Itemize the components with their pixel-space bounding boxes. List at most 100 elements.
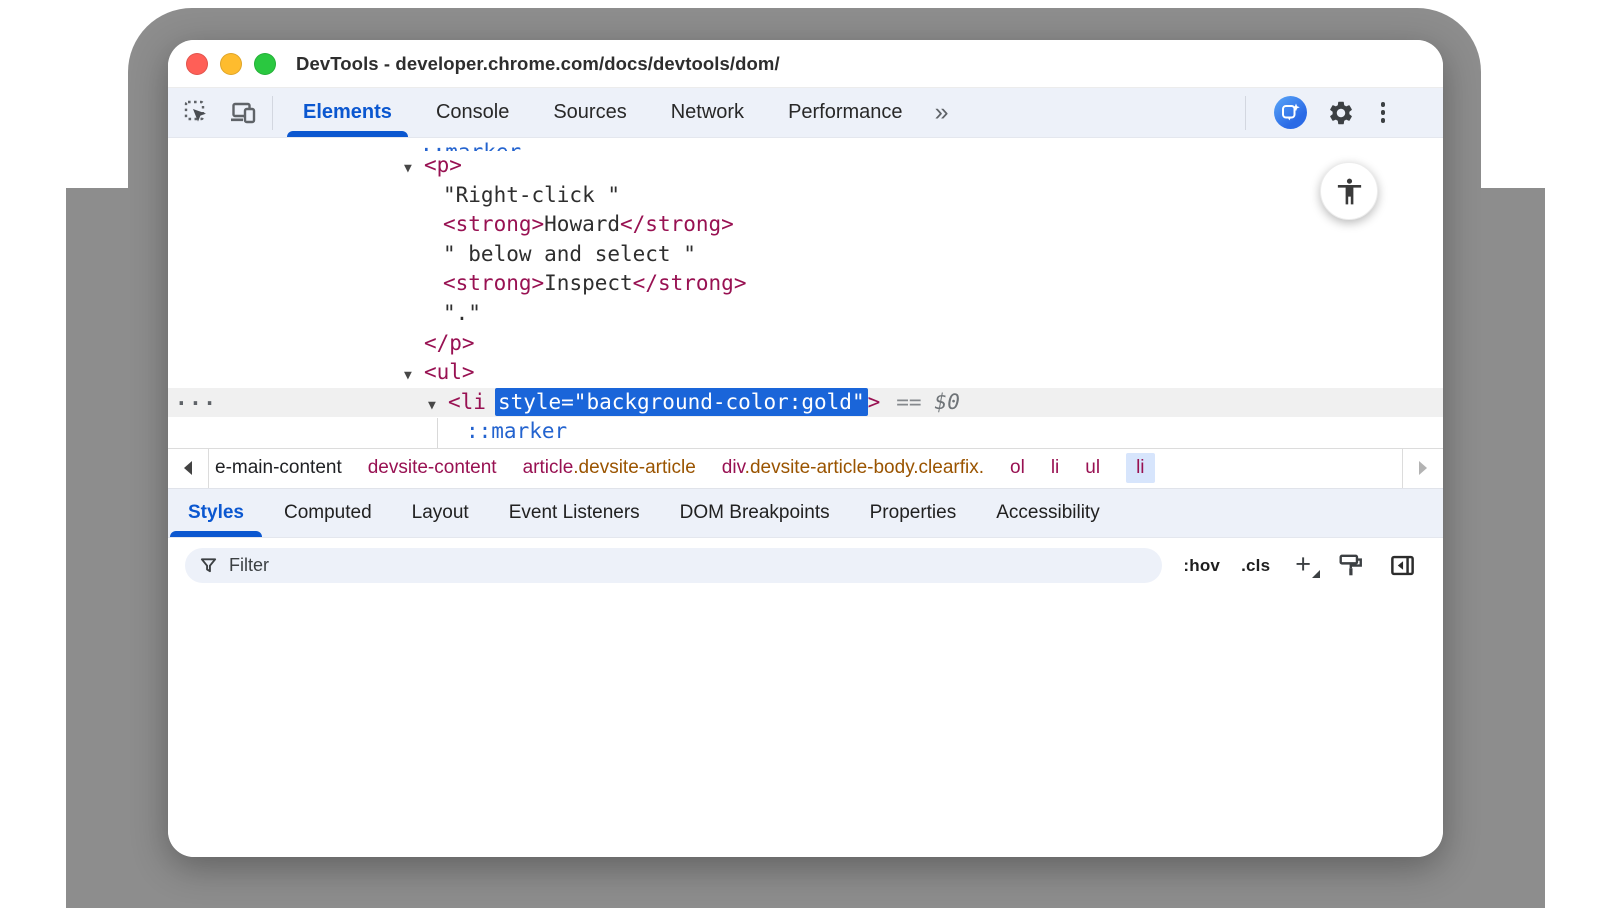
tab-network[interactable]: Network [649, 88, 766, 137]
dom-tree-row[interactable]: <strong>Howard</strong> [168, 210, 1443, 240]
dom-eq-token: == [896, 390, 921, 414]
breadcrumb-scroll-left-button[interactable] [168, 449, 209, 488]
dom-tag-token: <ul> [424, 360, 475, 384]
kebab-menu-icon [1381, 102, 1386, 107]
dom-tree: ::marker▼<p>"Right-click "<strong>Howard… [168, 138, 1443, 448]
paint-roller-icon [1338, 552, 1364, 578]
dom-tag-token: > [868, 390, 881, 414]
dom-tag-token: <li [448, 390, 486, 414]
sidebar-tab-accessibility[interactable]: Accessibility [976, 489, 1119, 537]
collapse-arrow-icon[interactable]: ▼ [428, 391, 448, 421]
device-toolbar-icon [229, 100, 257, 126]
breadcrumb-item[interactable]: ul [1085, 457, 1100, 479]
dom-tag-token: </strong> [633, 271, 747, 295]
filter-placeholder: Filter [229, 555, 269, 576]
tab-performance[interactable]: Performance [766, 88, 925, 137]
row-actions-ellipsis[interactable]: ... [175, 384, 217, 414]
inspect-element-button[interactable] [180, 88, 214, 138]
collapse-arrow-icon[interactable]: ▼ [404, 154, 424, 184]
sidebar-tab-layout[interactable]: Layout [392, 489, 489, 537]
dom-text-token: " below and select " [443, 242, 696, 266]
sidebar-tab-properties[interactable]: Properties [850, 489, 977, 537]
dom-tree-row[interactable]: "Howard" [168, 447, 1443, 448]
breadcrumb-item[interactable]: ol [1010, 457, 1025, 479]
chevron-right-icon [1419, 461, 1427, 475]
dom-text-token: Inspect [544, 271, 633, 295]
dom-tree-row[interactable]: "." [168, 299, 1443, 329]
breadcrumb-item[interactable]: li [1051, 457, 1059, 479]
dom-tree-row[interactable]: </p> [168, 329, 1443, 359]
funnel-icon [199, 556, 218, 575]
dom-tree-row[interactable]: "Right-click " [168, 181, 1443, 211]
collapse-arrow-icon[interactable]: ▼ [404, 361, 424, 391]
dom-tree-row[interactable]: <strong>Inspect</strong> [168, 269, 1443, 299]
window-title: DevTools - developer.chrome.com/docs/dev… [296, 53, 780, 75]
sidebar-tab-event-listeners[interactable]: Event Listeners [489, 489, 660, 537]
sidebar-tab-dom-breakpoints[interactable]: DOM Breakpoints [660, 489, 850, 537]
dom-tree-row[interactable]: " below and select " [168, 240, 1443, 270]
more-tabs-button[interactable]: » [925, 100, 959, 125]
breadcrumb: e-main-content devsite-content article.dev… [209, 449, 1402, 488]
tab-sources[interactable]: Sources [531, 88, 648, 137]
chevron-left-icon [184, 461, 192, 475]
dom-tag-token: <p> [424, 153, 462, 177]
minimize-window-button[interactable] [220, 53, 242, 75]
panel-left-toggle-icon [1389, 552, 1416, 579]
sidebar-tab-computed[interactable]: Computed [264, 489, 392, 537]
toolbar-divider [272, 96, 273, 130]
ai-assistant-icon [1280, 102, 1301, 123]
dom-tree-row[interactable]: ▼<ul> [168, 358, 1443, 388]
dom-tree-row[interactable]: ::marker [168, 417, 1443, 447]
sidebar-tab-styles[interactable]: Styles [168, 489, 264, 537]
breadcrumb-bar: e-main-content devsite-content article.dev… [168, 448, 1443, 488]
dom-tree-row[interactable]: ▼<p> [168, 151, 1443, 181]
dom-tag-token: </p> [424, 331, 475, 355]
dom-tag-token: <strong> [443, 212, 544, 236]
gear-icon [1327, 99, 1355, 127]
breadcrumb-item[interactable]: li [1126, 453, 1154, 483]
dom-tree-row[interactable]: ::marker [168, 138, 1443, 151]
dom-tag-token: <strong> [443, 271, 544, 295]
close-window-button[interactable] [186, 53, 208, 75]
toolbar-right-actions [1233, 96, 1443, 130]
indent-guide-line [437, 418, 438, 448]
breadcrumb-scroll-right-button[interactable] [1402, 449, 1443, 488]
toggle-element-state-button[interactable]: :hov [1183, 548, 1220, 583]
dom-tree-row[interactable]: ...▼<listyle="background-color:gold">==$… [168, 388, 1443, 418]
dom-text-token: "." [443, 301, 481, 325]
inspect-cursor-icon [184, 100, 210, 126]
tab-console[interactable]: Console [414, 88, 531, 137]
dropdown-corner-icon [1312, 570, 1320, 578]
toggle-sidebar-button[interactable] [1387, 548, 1417, 583]
dom-pseudo-token: ::marker [420, 140, 521, 151]
window-titlebar: DevTools - developer.chrome.com/docs/dev… [168, 40, 1443, 88]
tab-elements[interactable]: Elements [281, 88, 414, 137]
traffic-lights [186, 53, 276, 75]
dom-sel-token: style="background-color:gold" [495, 388, 868, 416]
dom-tag-token: </strong> [620, 212, 734, 236]
ai-assistant-button[interactable] [1274, 96, 1307, 129]
styles-filter-input[interactable]: Filter [185, 548, 1162, 583]
breadcrumb-item[interactable]: article.devsite-article [523, 457, 696, 479]
main-toolbar: ElementsConsoleSourcesNetworkPerformance… [168, 88, 1443, 138]
breadcrumb-item[interactable]: devsite-content [368, 457, 497, 479]
screenshot-canvas: DevTools - developer.chrome.com/docs/dev… [0, 0, 1600, 908]
new-style-rule-button[interactable]: + [1291, 548, 1315, 581]
accessibility-person-icon [1334, 176, 1365, 207]
settings-button[interactable] [1327, 99, 1355, 127]
plus-icon: + [1295, 549, 1311, 579]
main-menu-button[interactable] [1375, 98, 1391, 128]
element-classes-button[interactable]: .cls [1241, 548, 1270, 583]
main-toolbar-tabs: ElementsConsoleSourcesNetworkPerformance [281, 88, 925, 137]
accessibility-button[interactable] [1320, 162, 1378, 220]
breadcrumb-item[interactable]: div.devsite-article-body.clearfix. [722, 457, 984, 479]
dom-pseudo-token: ::marker [466, 419, 567, 443]
breadcrumb-item[interactable]: e-main-content [215, 457, 342, 479]
rendering-emulation-button[interactable] [1336, 548, 1366, 583]
dom-dollar-token: $0 [935, 390, 960, 414]
sidebar-tabs: StylesComputedLayoutEvent ListenersDOM B… [168, 488, 1443, 538]
devtools-window: DevTools - developer.chrome.com/docs/dev… [168, 40, 1443, 857]
device-toolbar-button[interactable] [226, 88, 260, 138]
styles-pane-toolbar: Filter :hov .cls + [168, 538, 1443, 858]
zoom-window-button[interactable] [254, 53, 276, 75]
